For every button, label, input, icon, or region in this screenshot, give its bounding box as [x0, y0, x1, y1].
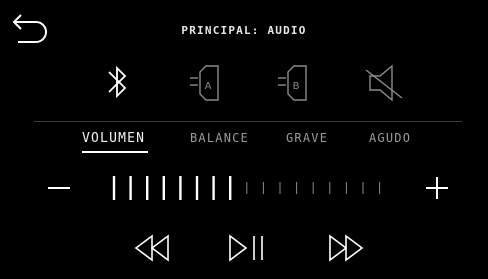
minus-icon — [48, 187, 70, 189]
tab-agudo[interactable]: AGUDO — [369, 131, 411, 145]
speaker-icon: A — [190, 65, 219, 101]
volume-up-button[interactable] — [420, 173, 454, 203]
page-title: PRINCIPAL: AUDIO — [181, 24, 307, 37]
speaker-mute-icon — [365, 64, 403, 102]
next-button[interactable] — [322, 231, 370, 265]
play-pause-icon — [229, 234, 263, 262]
audio-screen: PRINCIPAL: AUDIO A B VOLUMEN BALANCE GRA… — [0, 0, 488, 279]
tab-balance[interactable]: BALANCE — [190, 131, 249, 145]
tab-volumen[interactable]: VOLUMEN — [82, 131, 145, 146]
speaker-b-letter: B — [293, 81, 300, 92]
speaker-a-button[interactable]: A — [184, 58, 228, 106]
plus-icon — [426, 177, 448, 199]
bluetooth-icon — [108, 65, 127, 99]
mute-button[interactable] — [362, 58, 406, 106]
speaker-a-letter: A — [205, 81, 212, 92]
volume-level-bars — [112, 176, 381, 200]
tab-grave[interactable]: GRAVE — [286, 131, 328, 145]
divider — [34, 121, 462, 122]
previous-button[interactable] — [130, 231, 178, 265]
fast-forward-icon — [329, 234, 364, 262]
volume-down-button[interactable] — [42, 173, 76, 203]
volume-level-slider[interactable] — [100, 170, 400, 206]
play-pause-button[interactable] — [224, 231, 272, 265]
speaker-icon: B — [278, 65, 307, 101]
rewind-icon — [134, 234, 169, 262]
tab-active-underline — [82, 151, 148, 153]
bluetooth-source-button[interactable] — [95, 58, 139, 106]
speaker-b-button[interactable]: B — [272, 58, 316, 106]
